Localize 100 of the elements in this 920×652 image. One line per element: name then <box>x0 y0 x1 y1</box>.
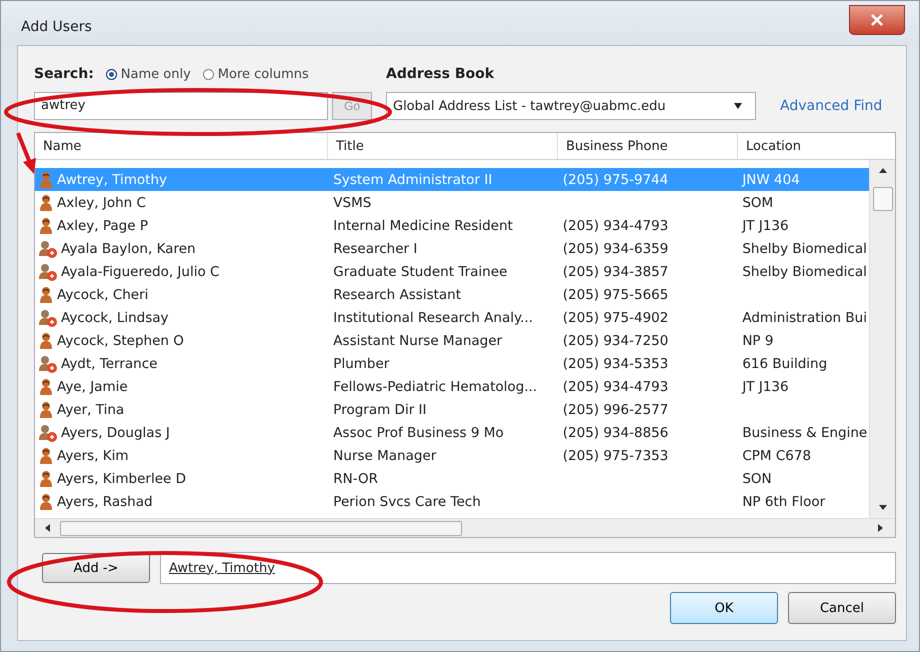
name-cell: Ayers, Douglas J <box>61 424 170 440</box>
radio-label[interactable]: More columns <box>218 66 309 82</box>
annotation-arrow <box>15 131 39 175</box>
name-cell: Ayers, Rashad <box>57 494 153 510</box>
title-cell-text: RN-OR <box>332 470 380 486</box>
user-row[interactable]: Ayer, Tina Program Dir II (205) 996-2577 <box>35 398 869 421</box>
scroll-left-icon <box>45 524 50 532</box>
contact-icon <box>39 354 57 372</box>
title-cell-text: VSMS <box>332 194 372 210</box>
location-cell: JT J136 <box>742 218 789 234</box>
title-cell-text: Internal Medicine Resident <box>332 218 514 234</box>
contact-icon <box>39 424 57 442</box>
phone-cell: (205) 934-6359 <box>562 240 668 256</box>
address-book-label: Address Book <box>386 66 496 82</box>
person-icon <box>39 470 53 488</box>
user-row[interactable]: Aycock, Stephen O Assistant Nurse Manager (205) 934-7250 NP 9 <box>35 329 869 352</box>
close-icon <box>870 14 884 26</box>
vertical-scrollbar[interactable] <box>869 160 895 518</box>
contact-icon <box>39 240 57 258</box>
user-row[interactable]: Axley, Page P Internal Medicine Resident (205) 934-4793 JT J136 <box>35 214 869 237</box>
scroll-thumb[interactable] <box>60 520 462 536</box>
horizontal-scrollbar[interactable] <box>35 518 895 537</box>
cancel-button[interactable]: Cancel <box>788 592 896 624</box>
person-icon <box>39 400 53 418</box>
title-cell-text: Institutional Research Analy... <box>332 310 534 326</box>
person-icon <box>39 378 53 396</box>
search-field[interactable]: awtrey <box>34 92 328 120</box>
user-row[interactable]: Ayers, Kim Nurse Manager (205) 975-7353 CPM C678 <box>35 444 869 467</box>
location-cell: Shelby Biomedical <box>742 240 867 256</box>
phone-cell: (205) 975-5665 <box>562 286 668 302</box>
user-row[interactable]: Ayala-Figueredo, Julio C Graduate Student Trainee (205) 934-3857 Shelby Biomedical <box>35 260 869 283</box>
column-header[interactable]: Title <box>328 133 558 159</box>
phone-cell: (205) 934-4793 <box>562 218 668 234</box>
user-row[interactable]: Aycock, Lindsay Institutional Research Analy... (205) 975-4902 Administration Bui <box>35 306 869 329</box>
user-row[interactable]: Ayers, Kimberlee D RN-OR SON <box>35 467 869 490</box>
phone-cell: (205) 934-8856 <box>562 424 668 440</box>
radio-button[interactable] <box>202 68 214 80</box>
contact-icon <box>39 308 57 326</box>
user-row[interactable]: Aycock, Cheri Research Assistant (205) 975-5665 <box>35 283 869 306</box>
user-row[interactable]: Axley, John C VSMS SOM <box>35 191 869 214</box>
location-cell: SOM <box>742 194 774 210</box>
title-cell-text: Perion Svcs Care Tech <box>332 494 482 510</box>
name-cell: Aycock, Stephen O <box>57 332 184 348</box>
location-cell: NP 9 <box>742 332 774 348</box>
phone-cell: (205) 975-4902 <box>562 310 668 326</box>
window-title: Add Users <box>21 19 92 35</box>
ok-button[interactable]: OK <box>670 592 778 624</box>
user-row[interactable]: Ayers, Douglas J Assoc Prof Business 9 Mo (205) 934-8856 Business & Engine <box>35 421 869 444</box>
search-label: Search: <box>34 66 94 82</box>
name-cell: Ayala-Figueredo, Julio C <box>61 264 220 280</box>
phone-cell: (205) 996-2577 <box>562 402 668 418</box>
advanced-find-link[interactable]: Advanced Find <box>780 98 882 114</box>
address-book-dropdown[interactable]: Global Address List - tawtrey@uabmc.edu <box>386 92 756 120</box>
name-cell: Ayer, Tina <box>57 402 124 418</box>
name-cell: Axley, Page P <box>57 218 148 234</box>
location-cell: Shelby Biomedical <box>742 264 867 280</box>
column-header[interactable]: Location <box>738 133 895 159</box>
name-cell: Aycock, Cheri <box>57 286 148 302</box>
location-cell: Administration Bui <box>742 310 867 326</box>
title-cell-text: Plumber <box>332 356 390 372</box>
scroll-down-icon <box>878 505 886 510</box>
scroll-right-icon <box>878 524 883 532</box>
name-cell: Aye, Jamie <box>57 378 128 394</box>
name-cell: Aydt, Terrance <box>61 356 158 372</box>
user-row[interactable]: Ayers, Rashad Perion Svcs Care Tech NP 6th Floor <box>35 490 869 513</box>
phone-cell: (205) 934-4793 <box>562 378 668 394</box>
scroll-up-icon <box>878 168 886 173</box>
title-cell-text: Nurse Manager <box>332 448 438 464</box>
phone-cell: (205) 975-9744 <box>562 172 668 188</box>
user-row[interactable]: Aye, Jamie Fellows-Pediatric Hematolog... (205) 934-4793 JT J136 <box>35 375 869 398</box>
title-cell-text: Program Dir II <box>332 402 428 418</box>
user-row[interactable]: Aydt, Terrance Plumber (205) 934-5353 616 Building <box>35 352 869 375</box>
scroll-thumb[interactable] <box>872 187 892 211</box>
name-cell: Awtrey, Timothy <box>57 172 167 188</box>
title-cell-text: Assistant Nurse Manager <box>332 332 504 348</box>
name-cell: Ayers, Kimberlee D <box>57 470 186 486</box>
location-cell: JT J136 <box>742 378 789 394</box>
title-cell-text: Graduate Student Trainee <box>332 264 508 280</box>
phone-cell: (205) 934-7250 <box>562 332 668 348</box>
title-cell-text: System Administrator II <box>332 172 494 188</box>
dropdown-arrow-icon <box>733 103 743 109</box>
location-cell: NP 6th Floor <box>742 494 826 510</box>
location-cell: SON <box>742 470 772 486</box>
close-button[interactable] <box>849 5 905 35</box>
title-cell-text: Research Assistant <box>332 286 462 302</box>
contact-icon <box>39 262 57 280</box>
recipients-field[interactable]: Awtrey, Timothy <box>160 552 896 584</box>
location-cell: Business & Engine <box>742 424 868 440</box>
radio-label[interactable]: Name only <box>120 66 191 82</box>
column-header[interactable]: Business Phone <box>558 133 738 159</box>
person-icon <box>39 170 53 188</box>
name-cell: Ayers, Kim <box>57 448 129 464</box>
name-cell: Aycock, Lindsay <box>61 310 169 326</box>
phone-cell: (205) 934-3857 <box>562 264 668 280</box>
user-row[interactable]: Ayala Baylon, Karen Researcher I (205) 934-6359 Shelby Biomedical <box>35 237 869 260</box>
title-cell-text: Fellows-Pediatric Hematolog... <box>332 378 538 394</box>
location-cell: CPM C678 <box>742 448 812 464</box>
person-icon <box>39 194 53 212</box>
title-cell-text: Researcher I <box>332 240 418 256</box>
radio-button[interactable] <box>106 68 117 80</box>
